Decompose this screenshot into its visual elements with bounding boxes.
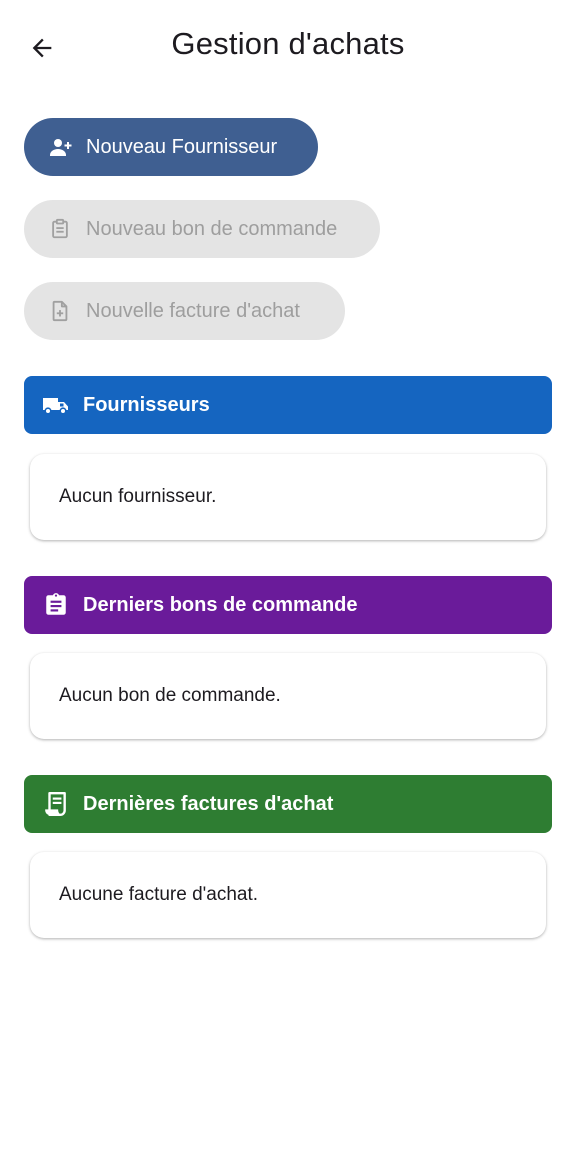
new-purchase-invoice-button[interactable]: Nouvelle facture d'achat [24,282,345,340]
purchase-orders-empty-text: Aucun bon de commande. [59,685,281,706]
assignment-icon [42,591,70,619]
person-add-icon [48,135,72,159]
new-purchase-order-button[interactable]: Nouveau bon de commande [24,200,380,258]
app-bar: Gestion d'achats [0,0,576,94]
purchase-invoices-header: Dernières factures d'achat [24,775,552,833]
new-purchase-invoice-label: Nouvelle facture d'achat [86,299,300,322]
file-add-icon [48,299,72,323]
purchase-orders-title: Derniers bons de commande [83,593,358,616]
suppliers-empty-text: Aucun fournisseur. [59,486,217,507]
purchase-invoices-empty-text: Aucune facture d'achat. [59,884,259,905]
receipt-icon [42,790,70,818]
suppliers-title: Fournisseurs [83,393,210,416]
new-supplier-button[interactable]: Nouveau Fournisseur [24,118,318,176]
purchase-orders-card: Aucun bon de commande. [30,653,546,739]
suppliers-header: Fournisseurs [24,376,552,434]
suppliers-card: Aucun fournisseur. [30,454,546,540]
page-title: Gestion d'achats [171,26,405,61]
new-purchase-order-label: Nouveau bon de commande [86,217,338,240]
purchase-invoices-card: Aucune facture d'achat. [30,852,546,938]
truck-icon [42,391,70,419]
clipboard-icon [48,217,72,241]
purchase-orders-header: Derniers bons de commande [24,576,552,634]
new-supplier-label: Nouveau Fournisseur [86,135,278,158]
purchase-invoices-title: Dernières factures d'achat [83,792,334,815]
